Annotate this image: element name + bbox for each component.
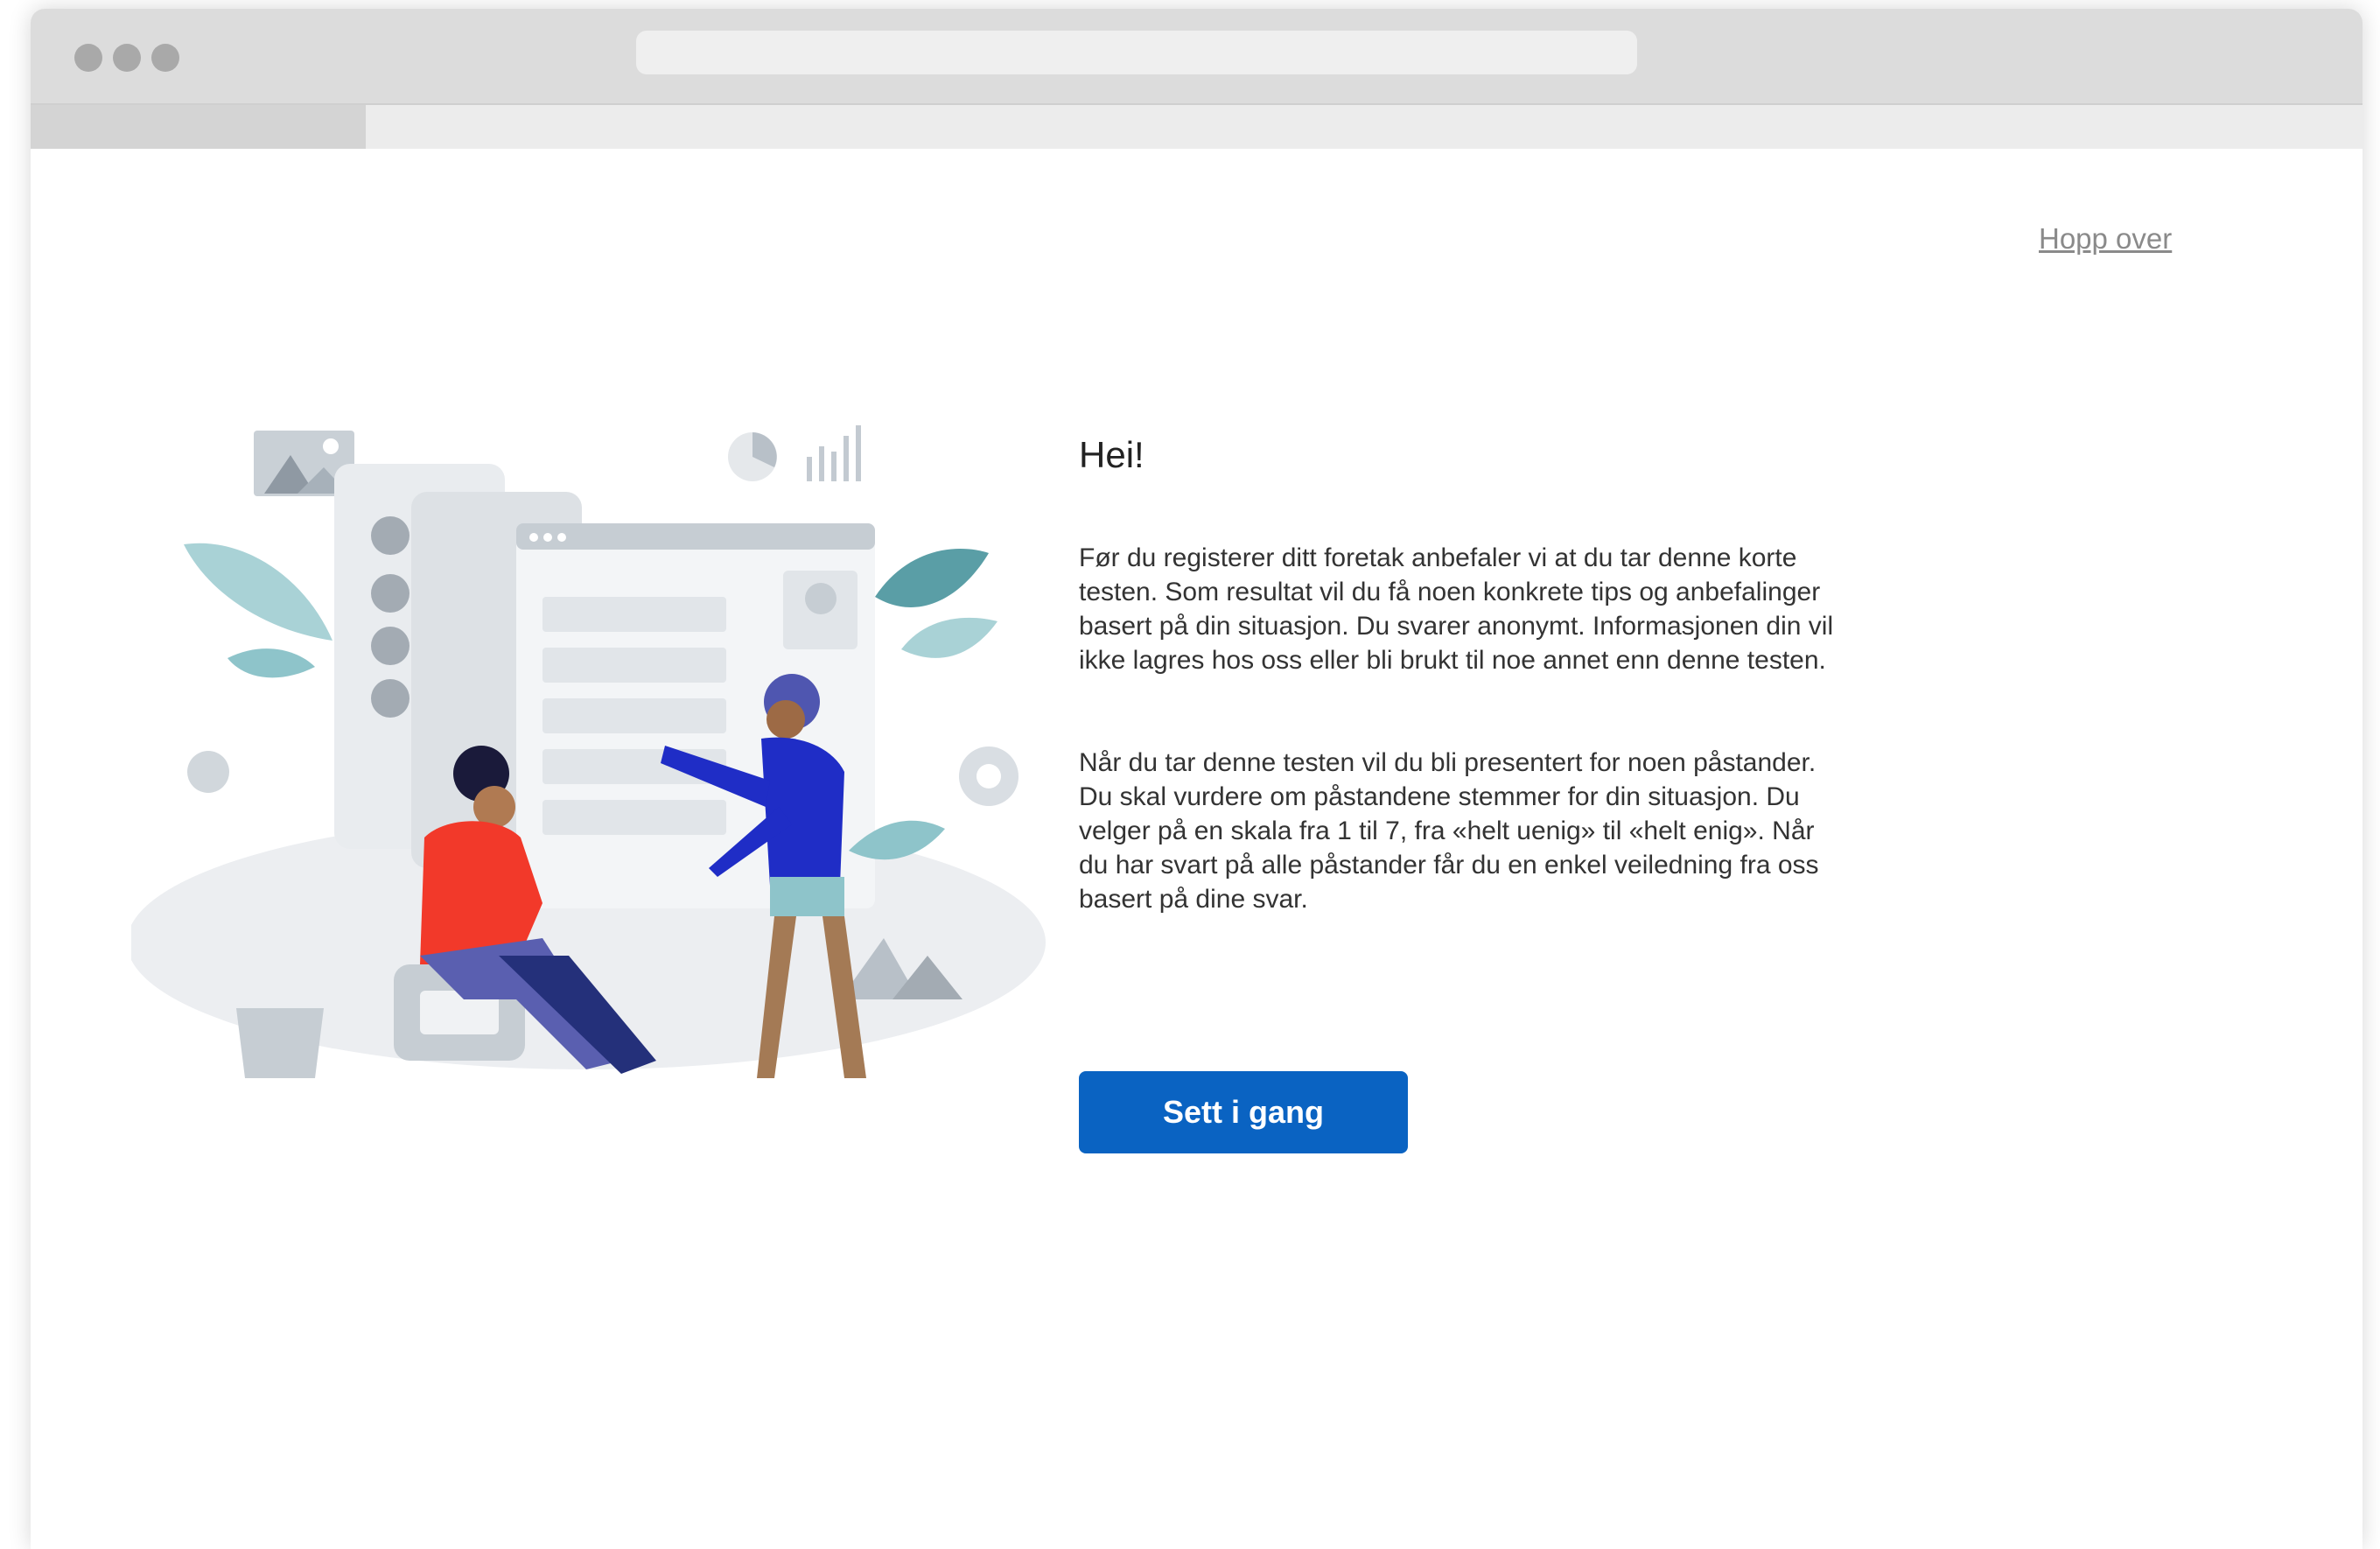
page-heading: Hei!	[1079, 434, 1144, 475]
window-controls	[74, 44, 179, 72]
window-minimize-dot[interactable]	[113, 44, 141, 72]
intro-paragraph: Før du registerer ditt foretak anbefaler…	[1079, 543, 1834, 675]
active-tab[interactable]	[31, 105, 366, 149]
browser-titlebar	[31, 9, 2362, 105]
pie-chart-icon	[728, 432, 777, 481]
tab-strip	[31, 105, 2362, 149]
address-bar[interactable]	[636, 31, 1637, 74]
start-button[interactable]: Sett i gang	[1079, 1071, 1408, 1153]
instructions-paragraph: Når du tar denne testen vil du bli prese…	[1079, 748, 1819, 914]
window-close-dot[interactable]	[74, 44, 102, 72]
bar-chart-icon	[807, 425, 861, 481]
window-maximize-dot[interactable]	[151, 44, 179, 72]
skip-link[interactable]: Hopp over	[2039, 222, 2172, 256]
people-dashboard-illustration	[131, 425, 1046, 1078]
